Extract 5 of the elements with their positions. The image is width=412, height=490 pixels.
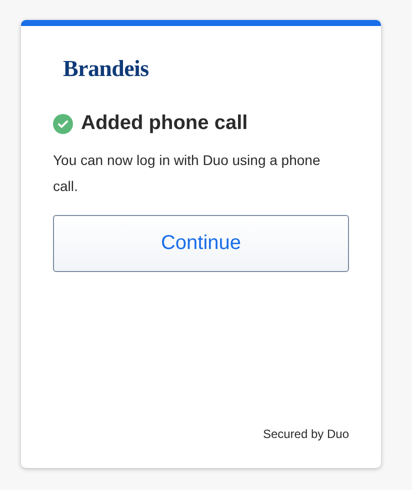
continue-button[interactable]: Continue [53, 215, 349, 272]
status-title: Added phone call [81, 112, 248, 135]
footer-text: Secured by Duo [262, 427, 349, 441]
message-text: You can now log in with Duo using a phone call. [53, 151, 322, 196]
logo: Brandeis [62, 56, 150, 82]
